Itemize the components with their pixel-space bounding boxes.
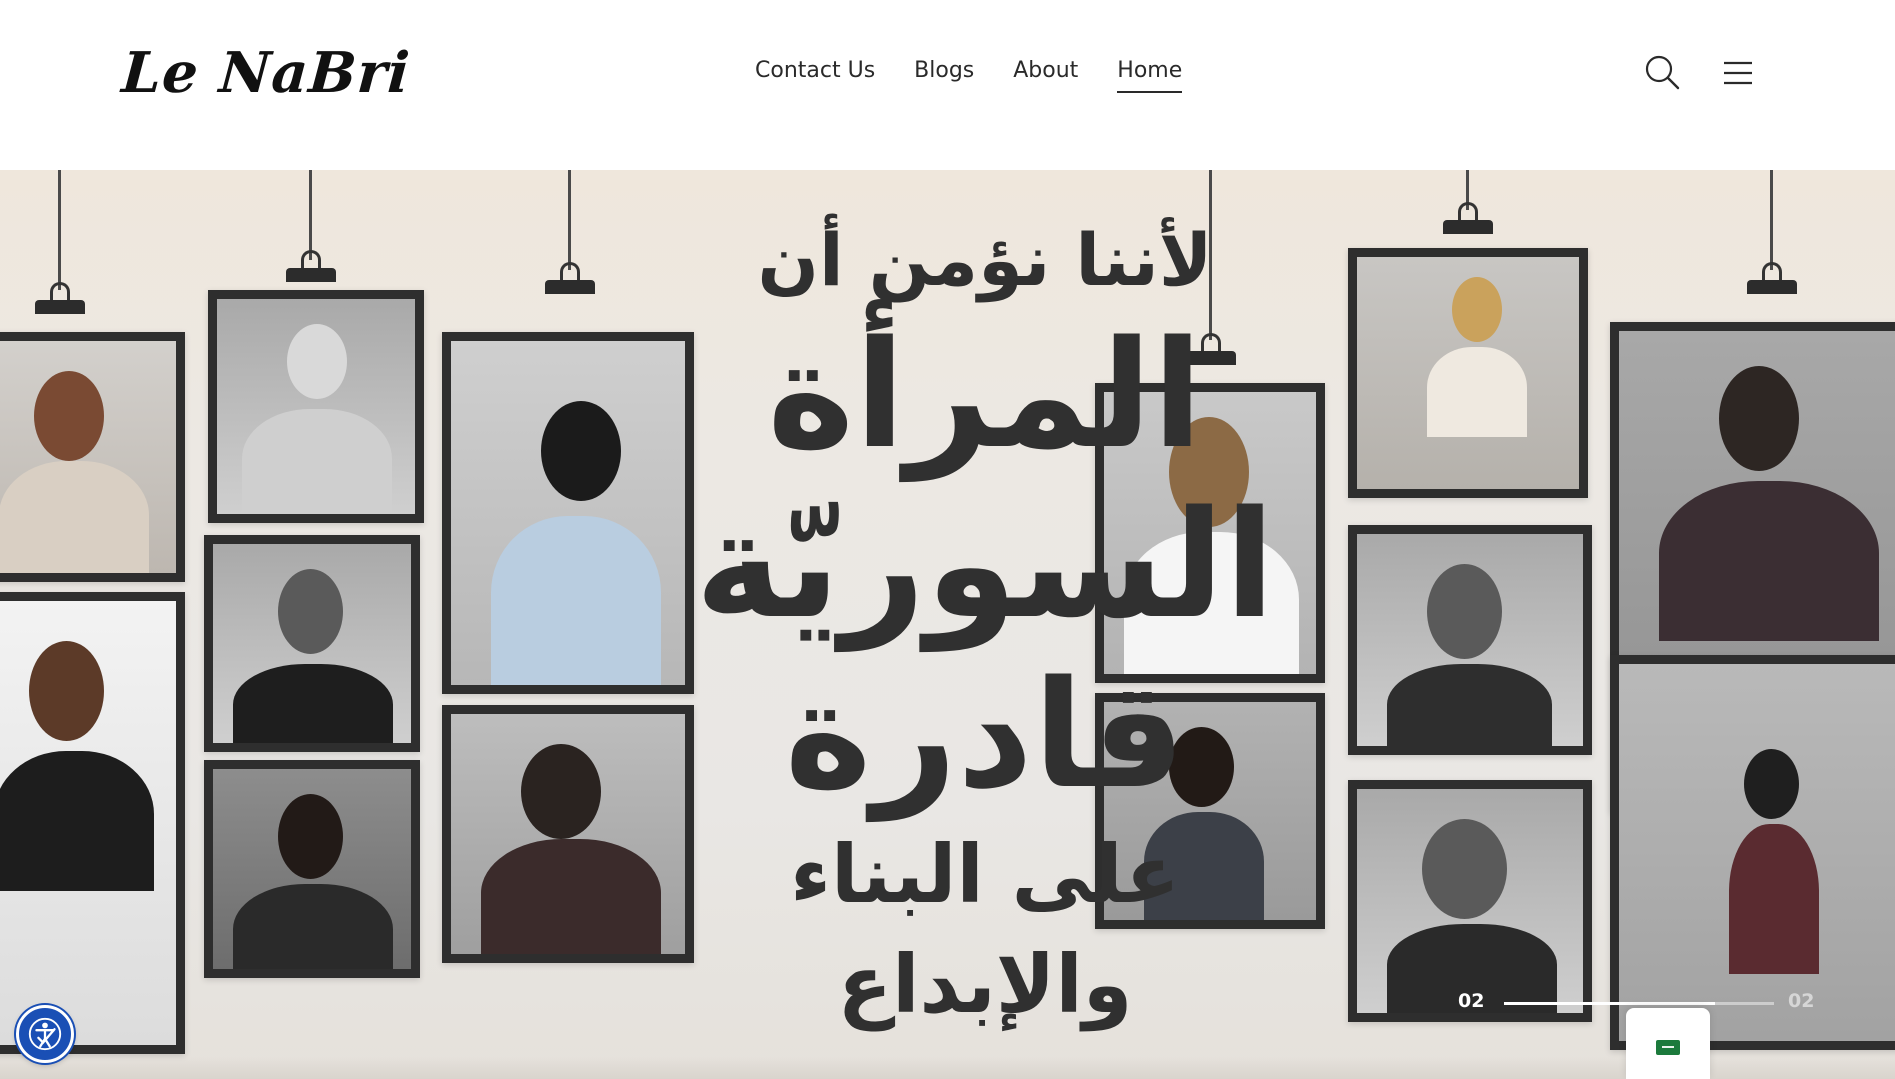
- hero-banner: لأننا نؤمن أن المرأة السوريّة قادرة على …: [0, 170, 1895, 1079]
- portrait-photo: [0, 341, 176, 573]
- frame-hook: [1443, 202, 1493, 234]
- accessibility-icon[interactable]: [16, 1005, 74, 1063]
- portrait-frame: [1348, 780, 1592, 1022]
- slide-current-number: 02: [1458, 990, 1485, 1012]
- hanging-wire: [58, 170, 61, 290]
- portrait-photo: [1357, 257, 1579, 489]
- portrait-photo: [451, 341, 685, 685]
- portrait-frame: [0, 592, 185, 1054]
- portrait-photo: [1357, 534, 1583, 746]
- nav-blogs[interactable]: Blogs: [914, 58, 974, 93]
- portrait-frame: [1348, 248, 1588, 498]
- portrait-photo: [1619, 664, 1895, 1041]
- site-header: Le NaBri Contact Us Blogs About Home: [0, 0, 1895, 170]
- hamburger-menu-icon[interactable]: [1718, 52, 1758, 92]
- hero-headline-line: السوريّة: [694, 479, 1277, 651]
- frame-hook: [1747, 262, 1797, 294]
- portrait-photo: [217, 299, 415, 514]
- slide-progress-fill: [1504, 1002, 1715, 1005]
- frame-hook: [35, 282, 85, 314]
- hero-headline-line: لأننا نؤمن أن: [757, 218, 1213, 302]
- portrait-frame: [442, 705, 694, 963]
- hanging-wire: [1770, 170, 1773, 270]
- portrait-frame: [204, 535, 420, 752]
- hero-headline-line: المرأة: [767, 309, 1205, 481]
- portrait-photo: [1357, 789, 1583, 1013]
- hanging-wire: [309, 170, 312, 260]
- portrait-frame: [0, 332, 185, 582]
- hero-headline-line: على البناء والإبداع: [790, 828, 1180, 1031]
- portrait-photo: [213, 544, 411, 743]
- nav-about[interactable]: About: [1013, 58, 1078, 93]
- portrait-photo: [213, 769, 411, 969]
- portrait-frame: [1348, 525, 1592, 755]
- slide-progress-track: [1504, 1002, 1774, 1005]
- portrait-frame: [442, 332, 694, 694]
- hanging-wire: [568, 170, 571, 270]
- main-nav: Contact Us Blogs About Home: [755, 58, 1183, 93]
- nav-home[interactable]: Home: [1117, 58, 1183, 93]
- language-switcher[interactable]: [1626, 1008, 1710, 1079]
- portrait-photo: [0, 601, 176, 1045]
- slide-total-number: 02: [1788, 990, 1815, 1012]
- frame-hook: [545, 262, 595, 294]
- portrait-photo: [451, 714, 685, 954]
- nav-contact-us[interactable]: Contact Us: [755, 58, 875, 93]
- portrait-frame: [204, 760, 420, 978]
- hero-headline: لأننا نؤمن أن المرأة السوريّة قادرة على …: [690, 210, 1280, 1040]
- saudi-flag-icon: [1656, 1040, 1680, 1055]
- portrait-frame: [208, 290, 424, 523]
- search-icon[interactable]: [1642, 52, 1682, 92]
- hero-headline-line: قادرة: [784, 649, 1187, 821]
- frame-hook: [286, 250, 336, 282]
- site-logo[interactable]: Le NaBri: [120, 40, 413, 106]
